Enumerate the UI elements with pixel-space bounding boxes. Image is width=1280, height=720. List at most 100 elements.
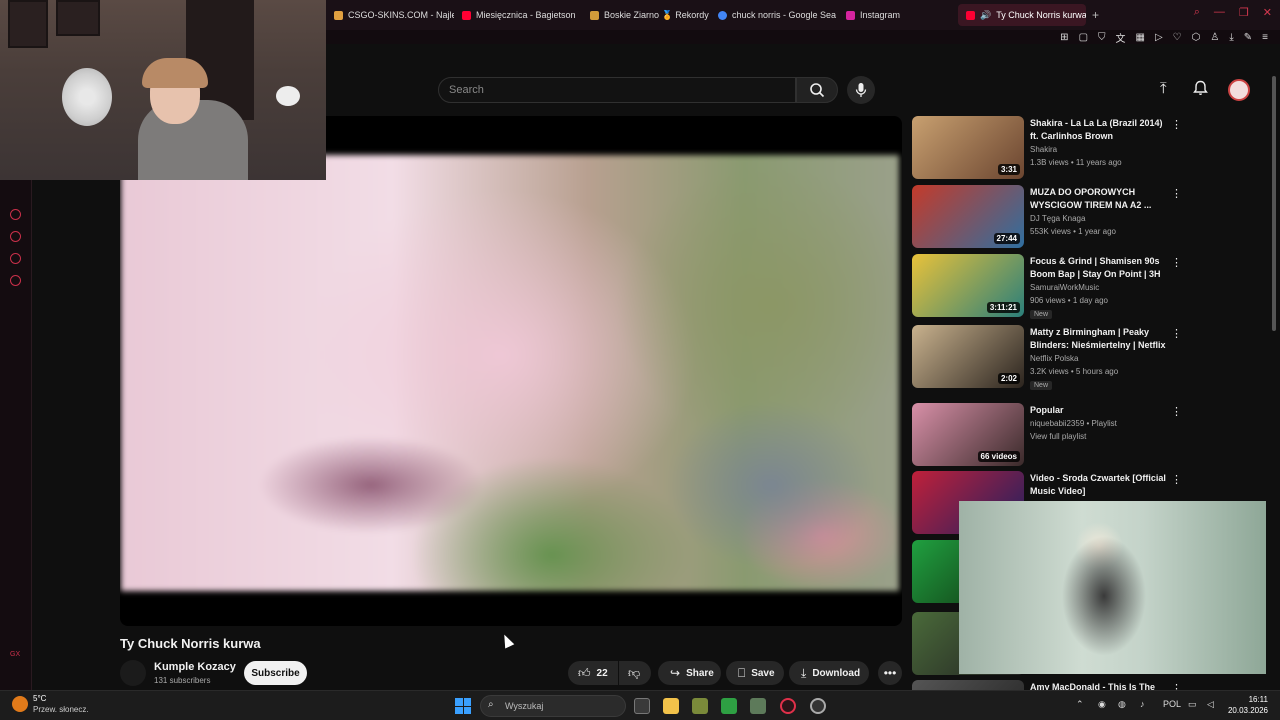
maximize-icon[interactable]: ❐ bbox=[1239, 6, 1249, 19]
upload-icon[interactable]: ⤒ bbox=[1160, 80, 1167, 97]
sidebar-player-icon[interactable] bbox=[10, 209, 21, 220]
bookmark-icon[interactable]: ⊞ bbox=[1060, 32, 1068, 43]
task-view-icon[interactable] bbox=[634, 698, 650, 714]
app-icon[interactable] bbox=[721, 698, 737, 714]
recommendation-thumbnail[interactable]: 66 videos bbox=[912, 403, 1024, 466]
clock-time[interactable]: 16:11 bbox=[1228, 695, 1268, 704]
opera-gx-icon[interactable] bbox=[780, 698, 796, 714]
sidebar-gx-label[interactable]: GX bbox=[10, 651, 20, 658]
minimize-icon[interactable]: — bbox=[1214, 6, 1225, 19]
sidebar-settings-icon[interactable] bbox=[10, 275, 21, 286]
recommendation-title[interactable]: Shakira - La La La (Brazil 2014) ft. Car… bbox=[1030, 117, 1170, 143]
weather-sun-icon[interactable] bbox=[12, 696, 28, 712]
subscribe-button[interactable]: Subscribe bbox=[244, 661, 307, 685]
play-icon[interactable]: ▷ bbox=[1155, 32, 1163, 43]
channel-name[interactable]: Kumple Kozacy bbox=[154, 661, 236, 673]
recommendation-item[interactable]: 27:44 MUZA DO OPOROWYCH WYSCIGOW TIREM NA… bbox=[912, 185, 1272, 253]
recommendation-channel[interactable]: Netflix Polska bbox=[1030, 354, 1078, 363]
app-icon[interactable] bbox=[810, 698, 826, 714]
translate-icon[interactable]: 文 bbox=[1116, 30, 1126, 45]
recommendation-title[interactable]: MUZA DO OPOROWYCH WYSCIGOW TIREM NA A2 .… bbox=[1030, 186, 1170, 212]
recommendation-item[interactable]: 66 videos Popular ⋮ niquebabii2359 • Playli… bbox=[912, 403, 1272, 471]
file-explorer-icon[interactable] bbox=[663, 698, 679, 714]
recommendation-channel[interactable]: Shakira bbox=[1030, 145, 1057, 154]
recommendation-title[interactable]: Focus & Grind | Shamisen 90s Boom Bap | … bbox=[1030, 255, 1170, 281]
tab-boskie-ziarno[interactable]: Boskie Ziarno 🏅 Rekordy bbox=[582, 4, 710, 26]
recommendation-item[interactable]: 2:02 Matty z Birmingham | Peaky Blinders:… bbox=[912, 325, 1272, 393]
recommendation-thumbnail[interactable]: 2:02 bbox=[912, 325, 1024, 388]
tray-app-icon[interactable]: ◉ bbox=[1098, 699, 1106, 710]
clock-date[interactable]: 20.03.2026 bbox=[1218, 706, 1268, 715]
channel-avatar[interactable] bbox=[120, 660, 146, 686]
video-frame[interactable] bbox=[121, 155, 899, 591]
weather-temperature[interactable]: 5°C bbox=[33, 694, 46, 703]
profile-icon[interactable]: ♙ bbox=[1210, 32, 1219, 43]
share-button[interactable]: ↪ Share bbox=[658, 661, 721, 685]
sidebar-history-icon[interactable] bbox=[10, 231, 21, 242]
notifications-bell-icon[interactable] bbox=[1193, 80, 1208, 100]
snapshot-icon[interactable]: ▢ bbox=[1079, 32, 1088, 43]
like-button[interactable]: 👍︎ 22 bbox=[568, 661, 618, 685]
tray-app-icon[interactable]: ◍ bbox=[1118, 699, 1126, 710]
search-input[interactable]: Search bbox=[438, 77, 796, 103]
shield-icon[interactable]: ⛉ bbox=[1098, 32, 1106, 43]
more-vertical-icon[interactable]: ⋮ bbox=[1171, 327, 1182, 340]
subscriber-count: 131 subscribers bbox=[154, 676, 211, 685]
minecraft-icon[interactable] bbox=[750, 698, 766, 714]
recommendation-thumbnail[interactable]: 3:11:21 bbox=[912, 254, 1024, 317]
account-avatar[interactable] bbox=[1228, 79, 1250, 101]
tab-label: Ty Chuck Norris kurwa bbox=[996, 10, 1086, 20]
voice-search-button[interactable] bbox=[847, 76, 875, 104]
new-badge: New bbox=[1030, 310, 1053, 319]
language-indicator[interactable]: POL bbox=[1163, 699, 1181, 709]
save-button[interactable]: ⎕ Save bbox=[726, 661, 784, 685]
tray-chevron-up-icon[interactable]: ⌃ bbox=[1076, 699, 1084, 710]
thumbs-down-icon: 👎︎ bbox=[628, 665, 641, 680]
tab-miesiecznica[interactable]: Miesięcznica - Bagietson bbox=[454, 4, 582, 26]
more-vertical-icon[interactable]: ⋮ bbox=[1171, 405, 1182, 418]
tab-instagram[interactable]: Instagram bbox=[838, 4, 948, 26]
more-vertical-icon[interactable]: ⋮ bbox=[1171, 187, 1182, 200]
download-icon[interactable]: ⤓ bbox=[1229, 32, 1233, 43]
recommendation-thumbnail[interactable]: 3:31 bbox=[912, 116, 1024, 179]
recommendation-channel[interactable]: niquebabii2359 • Playlist bbox=[1030, 419, 1117, 428]
close-icon[interactable]: ✕ bbox=[1263, 6, 1272, 19]
more-vertical-icon[interactable]: ⋮ bbox=[1171, 473, 1182, 486]
network-icon[interactable]: ▭ bbox=[1188, 699, 1197, 710]
heart-icon[interactable]: ♡ bbox=[1173, 32, 1182, 43]
more-actions-button[interactable]: ••• bbox=[878, 661, 902, 685]
recommendation-title[interactable]: Popular bbox=[1030, 404, 1170, 417]
weather-description[interactable]: Przew. słonecz. bbox=[33, 705, 89, 714]
app-icon[interactable] bbox=[692, 698, 708, 714]
menu-icon[interactable]: ≡ bbox=[1262, 32, 1268, 43]
volume-icon[interactable]: ◁ bbox=[1207, 699, 1214, 710]
tab-active-video[interactable]: 🔊 Ty Chuck Norris kurwa bbox=[958, 4, 1086, 26]
new-tab-button[interactable]: + bbox=[1086, 8, 1105, 22]
video-duration: 2:02 bbox=[997, 373, 1020, 384]
ai-icon[interactable]: ✎ bbox=[1244, 32, 1252, 43]
recommendation-channel[interactable]: DJ Tęga Knaga bbox=[1030, 214, 1085, 223]
search-tabs-icon[interactable]: ⌕ bbox=[1194, 6, 1200, 19]
windows-start-icon[interactable] bbox=[455, 698, 471, 714]
search-button[interactable] bbox=[796, 77, 838, 103]
recommendation-title[interactable]: Matty z Birmingham | Peaky Blinders: Nie… bbox=[1030, 326, 1170, 352]
tab-csgo-skins[interactable]: CSGO-SKINS.COM - Najle bbox=[326, 4, 454, 26]
mini-player[interactable] bbox=[959, 501, 1266, 674]
recommendation-title[interactable]: Video - Sroda Czwartek [Official Music V… bbox=[1030, 472, 1170, 498]
download-button[interactable]: ⤓ Download bbox=[789, 661, 869, 685]
tray-mic-icon[interactable]: ♪ bbox=[1140, 699, 1145, 709]
taskbar-search-input[interactable]: Wyszukaj bbox=[480, 695, 626, 717]
tab-google-search[interactable]: chuck norris - Google Sea bbox=[710, 4, 838, 26]
sidebar-extensions-icon[interactable] bbox=[10, 253, 21, 264]
recommendation-thumbnail[interactable]: 27:44 bbox=[912, 185, 1024, 248]
extensions-icon[interactable]: ⬡ bbox=[1192, 32, 1201, 43]
more-vertical-icon[interactable]: ⋮ bbox=[1171, 256, 1182, 269]
recommendation-item[interactable]: 3:31 Shakira - La La La (Brazil 2014) ft.… bbox=[912, 116, 1272, 184]
grid-icon[interactable]: ▦ bbox=[1136, 32, 1145, 43]
recommendation-item[interactable]: 3:11:21 Focus & Grind | Shamisen 90s Boom… bbox=[912, 254, 1272, 322]
scrollbar[interactable] bbox=[1272, 76, 1276, 331]
video-player[interactable] bbox=[120, 116, 902, 626]
recommendation-channel[interactable]: SamuraiWorkMusic bbox=[1030, 283, 1099, 292]
dislike-button[interactable]: 👎︎ bbox=[619, 661, 651, 685]
more-vertical-icon[interactable]: ⋮ bbox=[1171, 118, 1182, 131]
